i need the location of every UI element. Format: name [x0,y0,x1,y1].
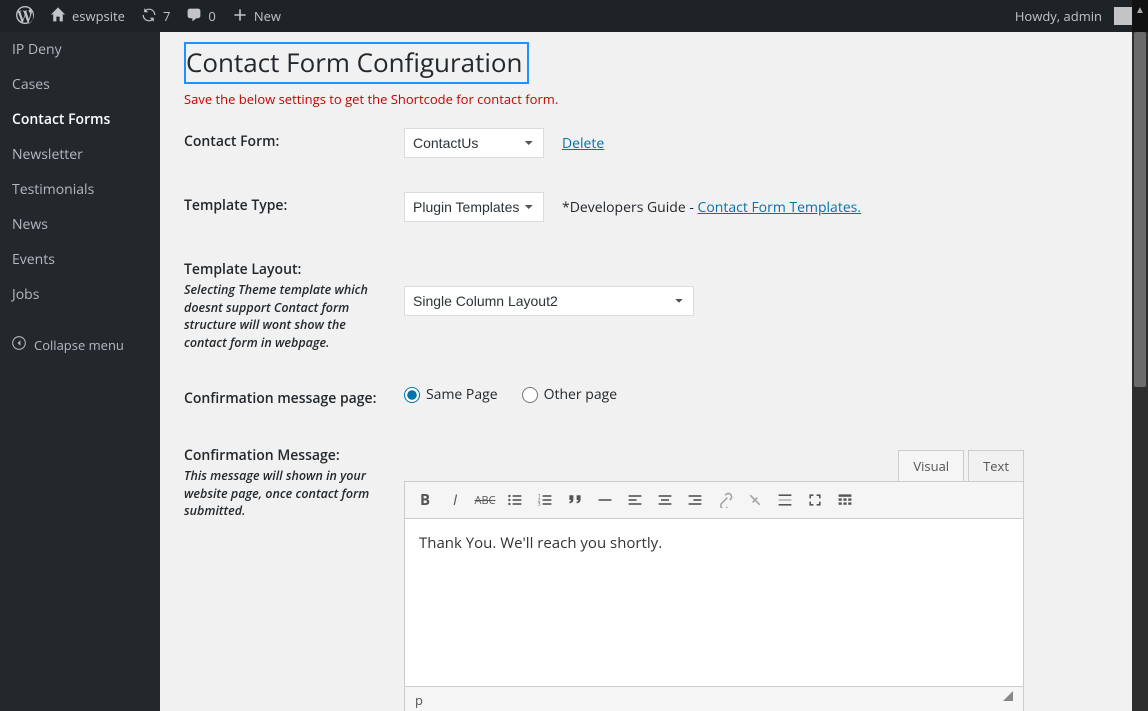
row-template-layout: Template Layout: Selecting Theme templat… [184,256,1108,351]
label-template-layout: Template Layout: [184,260,388,279]
unlink-button[interactable] [741,486,769,514]
avatar [1114,7,1132,25]
blockquote-button[interactable] [561,486,589,514]
hint-confirmation-message: This message will shown in your website … [184,467,388,520]
admin-toolbar: eswpsite 7 0 New Howdy, admin [0,0,1148,32]
wp-logo[interactable] [8,0,42,32]
strikethrough-button[interactable]: ABC [471,486,499,514]
comments-count: 0 [208,7,215,25]
editor-tab-visual[interactable]: Visual [898,450,964,481]
align-left-button[interactable] [621,486,649,514]
label-confirmation-message: Confirmation Message: [184,446,388,465]
collapse-menu-button[interactable]: Collapse menu [0,328,160,362]
select-template-type[interactable]: Plugin Templates [404,192,544,222]
hr-button[interactable] [591,486,619,514]
radio-group-confirmation: Same Page Other page [404,385,617,404]
updates-link[interactable]: 7 [133,0,178,32]
wordpress-icon [16,6,34,26]
comment-icon [186,7,202,25]
vertical-scrollbar[interactable] [1132,32,1148,711]
sidebar-item-contact-forms[interactable]: Contact Forms [0,102,160,137]
adminbar-right: Howdy, admin [1007,0,1140,32]
radio-other-page-input[interactable] [522,387,538,403]
site-name-link[interactable]: eswpsite [42,0,133,32]
howdy-text: Howdy, admin [1015,7,1102,25]
adminbar-left: eswpsite 7 0 New [8,0,1007,32]
label-contact-form: Contact Form: [184,132,388,151]
sidebar-item-testimonials[interactable]: Testimonials [0,172,160,207]
editor-tab-row: Visual Text [404,450,1024,481]
page-title: Contact Form Configuration [184,42,529,84]
row-contact-form: Contact Form: ContactUs Delete [184,128,1108,158]
new-label: New [254,7,281,25]
delete-link[interactable]: Delete [562,134,604,153]
hint-template-layout: Selecting Theme template which doesnt su… [184,281,388,351]
admin-sidebar: IP DenyCasesContact FormsNewsletterTesti… [0,32,160,711]
radio-same-page-input[interactable] [404,387,420,403]
sidebar-item-news[interactable]: News [0,207,160,242]
editor-toolbar: B I ABC 123 [404,481,1024,519]
editor-content[interactable]: Thank You. We'll reach you shortly. [404,519,1024,687]
numbered-list-button[interactable]: 123 [531,486,559,514]
link-button[interactable] [711,486,739,514]
fullscreen-button[interactable] [801,486,829,514]
my-account-link[interactable]: Howdy, admin [1007,0,1140,32]
align-center-button[interactable] [651,486,679,514]
plus-icon [232,7,248,25]
editor-statusbar: p [404,687,1024,711]
scroll-arrow-up[interactable]: ▲ [1132,0,1148,32]
select-contact-form[interactable]: ContactUs [404,128,544,158]
sidebar-item-jobs[interactable]: Jobs [0,277,160,312]
row-confirmation-message: Confirmation Message: This message will … [184,442,1108,711]
site-name-text: eswpsite [72,7,125,25]
select-template-layout[interactable]: Single Column Layout2 [404,286,694,316]
scrollbar-thumb[interactable] [1134,32,1146,387]
radio-same-page[interactable]: Same Page [404,385,498,404]
home-icon [50,7,66,25]
sidebar-item-newsletter[interactable]: Newsletter [0,137,160,172]
comments-link[interactable]: 0 [178,0,223,32]
resize-grip-icon[interactable] [1003,691,1013,701]
bullet-list-button[interactable] [501,486,529,514]
read-more-button[interactable] [771,486,799,514]
wysiwyg-editor: Visual Text B I ABC 123 [404,450,1024,711]
warning-text: Save the below settings to get the Short… [184,90,1108,108]
bold-button[interactable]: B [411,486,439,514]
row-confirmation-page: Confirmation message page: Same Page Oth… [184,385,1108,408]
toolbar-toggle-button[interactable] [831,486,859,514]
admin-menu: IP DenyCasesContact FormsNewsletterTesti… [0,32,160,312]
updates-count: 7 [163,7,170,25]
editor-path: p [415,691,423,709]
svg-text:3: 3 [538,502,541,508]
new-content-link[interactable]: New [224,0,289,32]
label-confirmation-page: Confirmation message page: [184,389,388,408]
radio-other-page[interactable]: Other page [522,385,618,404]
sidebar-item-ip-deny[interactable]: IP Deny [0,32,160,67]
sidebar-item-cases[interactable]: Cases [0,67,160,102]
collapse-label: Collapse menu [34,336,124,354]
sidebar-item-events[interactable]: Events [0,242,160,277]
collapse-icon [12,336,26,354]
dev-guide-note: *Developers Guide - Contact Form Templat… [562,198,861,217]
row-template-type: Template Type: Plugin Templates *Develop… [184,192,1108,222]
align-right-button[interactable] [681,486,709,514]
editor-tab-text[interactable]: Text [968,450,1024,481]
refresh-icon [141,7,157,25]
dev-guide-link[interactable]: Contact Form Templates. [698,198,862,217]
label-template-type: Template Type: [184,196,388,215]
italic-button[interactable]: I [441,486,469,514]
main-content: Contact Form Configuration Save the belo… [160,32,1132,711]
